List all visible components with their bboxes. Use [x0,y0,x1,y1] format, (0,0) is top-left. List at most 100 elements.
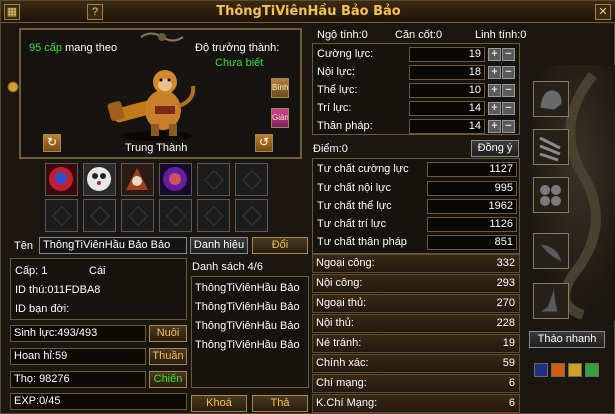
aptitude-value-1: 1127 [427,162,517,177]
vitality-minus-button[interactable]: − [502,84,515,97]
aptitude-label-5: Tư chất thân pháp [317,236,407,248]
skill-slot-5[interactable] [197,163,230,196]
equip-claw-slot[interactable] [533,129,569,165]
pet-level-suffix: mang theo [65,42,118,54]
title-button[interactable]: Danh hiệu [190,237,248,254]
agility-minus-button[interactable]: − [502,120,515,133]
inner-value: 18 [409,65,485,80]
equip-wing-slot[interactable] [533,233,569,269]
water-element-icon [534,363,548,377]
skill-slot-10[interactable] [159,199,192,232]
quick-unequip-button[interactable]: Tháo nhanh [529,331,605,348]
ornament-icon [139,30,185,44]
pet-name-input[interactable]: ThôngTiViênHầu Bảo Bảo [39,237,187,254]
skill-slot-8[interactable] [83,199,116,232]
hp-field: Sinh lực:493/493 [10,325,146,342]
pet-id: ID thú:011FDBA8 [15,284,101,296]
pet-info-panel: Cấp: 1 Cái ID thú:011FDBA8 ID bạn đời: [10,258,187,320]
tame-button[interactable]: Thuần [149,348,187,365]
inner-plus-button[interactable]: + [488,66,501,79]
pet-info-window: ▦ ? ThôngTiViênHầu Bảo Bảo ✕ 95 cấp mang… [0,0,615,414]
strength-minus-button[interactable]: − [502,48,515,61]
inner-label: Nội lực: [317,66,355,78]
pet-loyalty: Trung Thành [125,142,188,154]
vitality-plus-button[interactable]: + [488,84,501,97]
equip-helmet-slot[interactable] [533,81,569,117]
pet-list-item-2[interactable]: ThôngTiViênHầu Bảo [195,301,300,318]
agility-plus-button[interactable]: + [488,120,501,133]
aptitude-value-4: 1126 [427,217,517,232]
secondary-row-2: Nội công: 293 [312,274,520,293]
rotate-right-icon[interactable]: ↺ [255,134,273,152]
equip-leg-slot[interactable] [533,283,569,319]
skill-slot-7[interactable] [45,199,78,232]
spirit-stat: Linh tính:0 [475,29,527,41]
pet-level: Cấp: 1 [15,265,48,277]
secondary-row-8: K.Chí Mạng: 6 [312,394,520,413]
exp-field: EXP:0/45 [10,393,187,410]
secondary-row-7: Chí mạng: 6 [312,374,520,393]
fire-element-icon [551,363,565,377]
inspect-button[interactable]: Giám [271,108,289,128]
joy-field: Hoan hỉ:59 [10,348,146,365]
fight-button[interactable]: Chiến [149,371,187,388]
growth-value: Chưa biết [215,57,264,69]
skill-slot-11[interactable] [197,199,230,232]
skill-slot-4[interactable] [159,163,192,196]
aptitude-label-3: Tư chất thể lực [317,200,392,212]
pet-gender: Cái [89,265,106,277]
secondary-row-4: Nội thủ: 228 [312,314,520,333]
points-label: Điểm:0 [313,143,348,155]
skill-slot-1[interactable] [45,163,78,196]
pet-list-item-4[interactable]: ThôngTiViênHầu Bảo [195,339,300,356]
title-bar[interactable]: ▦ ? ThôngTiViênHầu Bảo Bảo ✕ [1,1,615,23]
confirm-button[interactable]: Đồng ý [471,140,519,157]
intellect-plus-button[interactable]: + [488,102,501,115]
agility-value: 14 [409,119,485,134]
pet-model [107,66,207,142]
window-title: ThôngTiViênHầu Bảo Bảo [216,4,401,19]
strength-plus-button[interactable]: + [488,48,501,61]
strength-label: Cường lực: [317,48,374,60]
feed-button[interactable]: Nuôi [149,325,187,342]
strength-value: 19 [409,47,485,62]
secondary-row-3: Ngoại thủ: 270 [312,294,520,313]
agility-label: Thân pháp: [317,120,373,132]
release-button[interactable]: Thả [252,395,308,412]
lock-button[interactable]: Khoá [191,395,247,412]
pet-level-line: 95 cấp mang theo [29,42,117,54]
skill-slot-3[interactable] [121,163,154,196]
intellect-minus-button[interactable]: − [502,102,515,115]
thunder-element-icon [568,363,582,377]
aptitude-value-3: 1962 [427,199,517,214]
pet-level-value: 95 cấp [29,42,63,54]
close-button[interactable]: ✕ [595,4,611,20]
aptitude-label-2: Tư chất nội lực [317,182,392,194]
pet-list-item-3[interactable]: ThôngTiViênHầu Bảo [195,320,300,337]
inner-minus-button[interactable]: − [502,66,515,79]
secondary-row-1: Ngoại công: 332 [312,254,520,273]
partner-id: ID bạn đời: [15,303,70,315]
rename-button[interactable]: Đổi [252,237,308,254]
aptitude-value-5: 851 [427,235,517,250]
bone-stat: Căn cốt:0 [395,29,443,41]
intellect-label: Trí lực: [317,102,352,114]
skill-slot-2[interactable] [83,163,116,196]
intellect-value: 14 [409,101,485,116]
appraise-button[interactable]: Bình [271,78,289,98]
gem-icon [7,81,19,93]
skill-slot-9[interactable] [121,199,154,232]
equip-scale-slot[interactable] [533,177,569,213]
pet-list-item-1[interactable]: ThôngTiViênHầu Bảo [195,282,300,299]
name-label: Tên [14,240,33,252]
aptitude-label-4: Tư chất trí lực [317,218,387,230]
vitality-label: Thể lực: [317,84,358,96]
rotate-left-icon[interactable]: ↻ [43,134,61,152]
secondary-row-6: Chính xác: 59 [312,354,520,373]
vitality-value: 10 [409,83,485,98]
talent-stat: Ngộ tính:0 [317,29,368,41]
pet-list-header: Danh sách 4/6 [192,261,263,273]
skill-slot-6[interactable] [235,163,268,196]
poison-element-icon [585,363,599,377]
skill-slot-12[interactable] [235,199,268,232]
